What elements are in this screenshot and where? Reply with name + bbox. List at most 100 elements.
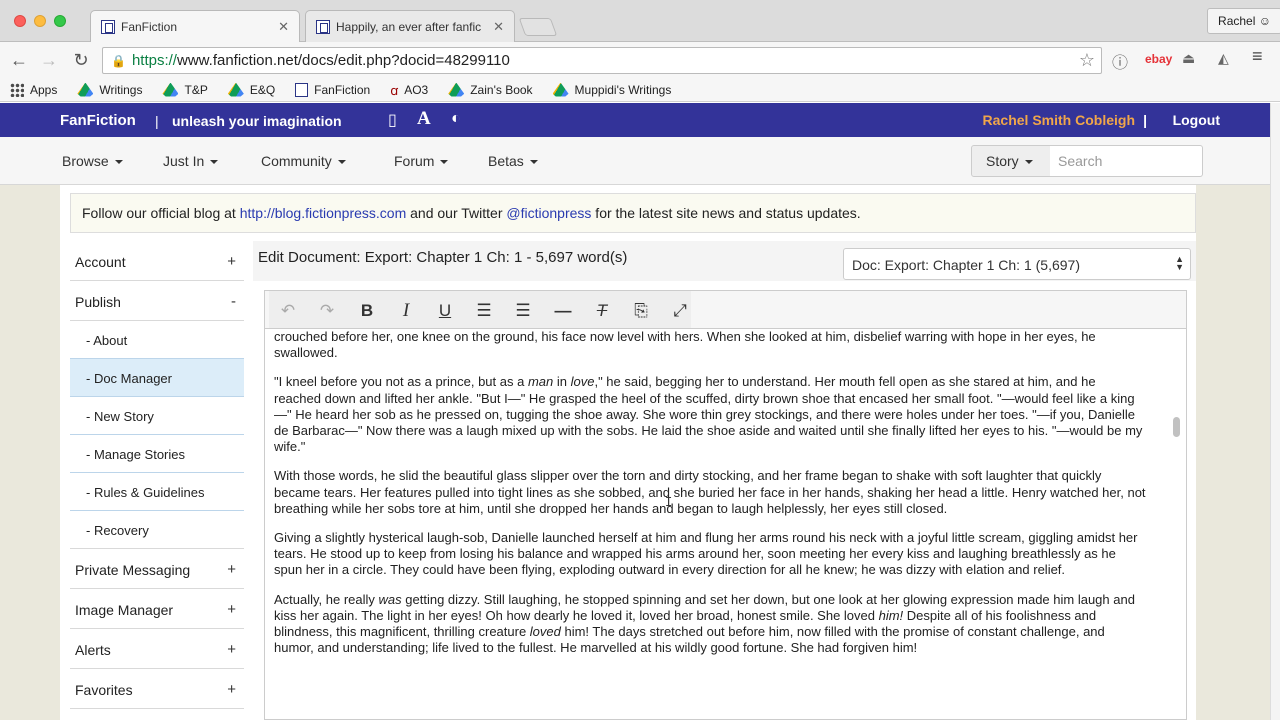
caret-down-icon	[1024, 160, 1033, 165]
bookmark-star-icon[interactable]: ☆	[1079, 50, 1095, 71]
browser-toolbar: ← → ↻ 🔒 https://www.fanfiction.net/docs/…	[0, 42, 1280, 78]
sidebar-item-favorites[interactable]: Favorites +	[70, 669, 244, 709]
site-brand[interactable]: FanFiction	[60, 112, 136, 129]
expand-icon[interactable]: +	[227, 641, 236, 658]
underline-icon[interactable]: U	[432, 299, 458, 323]
user-name-link[interactable]: Rachel Smith Cobleigh	[983, 112, 1135, 128]
align-left-icon[interactable]: ☰	[471, 299, 497, 323]
expand-icon[interactable]: +	[227, 561, 236, 578]
profile-name: Rachel	[1218, 14, 1256, 28]
site-notice: Follow our official blog at http://blog.…	[70, 193, 1196, 233]
bookmark-fanfiction[interactable]: FanFiction	[295, 82, 371, 97]
bookmark-ao3[interactable]: ꭤ AO3	[390, 81, 428, 99]
tab-fanfiction[interactable]: FanFiction ✕	[90, 10, 300, 43]
editor-body[interactable]: crouched before her, one knee on the gro…	[264, 328, 1187, 720]
document-select[interactable]: Doc: Export: Chapter 1 Ch: 1 (5,697) ▲ ▼	[843, 248, 1191, 280]
sidebar-item-alerts[interactable]: Alerts +	[70, 629, 244, 669]
bookmark-zains-book[interactable]: Zain's Book	[448, 82, 533, 97]
sidebar-subitem-manage-stories[interactable]: - Manage Stories	[70, 435, 244, 473]
sidebar-item-private-messaging[interactable]: Private Messaging +	[70, 549, 244, 589]
sidebar-item-label: Publish	[75, 294, 121, 310]
sidebar-item-image-manager[interactable]: Image Manager +	[70, 589, 244, 629]
italic-icon[interactable]: I	[393, 299, 419, 323]
bookmark-muppidis-writings[interactable]: Muppidi's Writings	[552, 82, 671, 97]
fullscreen-icon[interactable]: ⤢	[667, 299, 693, 323]
redo-icon[interactable]: ↷	[314, 299, 340, 323]
minimize-window-button[interactable]	[34, 15, 46, 27]
editor-text[interactable]: crouched before her, one knee on the gro…	[274, 329, 1146, 669]
info-extension-icon[interactable]: ⓘ	[1112, 49, 1128, 73]
caret-down-icon	[114, 160, 123, 165]
search-type-dropdown[interactable]: Story	[971, 145, 1051, 177]
sidebar-item-publish[interactable]: Publish -	[70, 281, 244, 321]
expand-icon[interactable]: +	[227, 601, 236, 618]
sidebar-subitem-recovery[interactable]: - Recovery	[70, 511, 244, 549]
edit-header: Edit Document: Export: Chapter 1 Ch: 1 -…	[253, 241, 1196, 281]
clear-format-icon[interactable]: T	[589, 299, 615, 323]
align-center-icon[interactable]: ☰	[510, 299, 536, 323]
font-icon[interactable]: A	[417, 108, 431, 130]
undo-icon[interactable]: ↶	[275, 299, 301, 323]
notice-text: Follow our official blog at	[82, 205, 240, 221]
menu-label: Betas	[488, 153, 524, 169]
apps-icon	[10, 82, 24, 97]
profile-button[interactable]: Rachel ☺	[1207, 8, 1280, 34]
ebay-extension-icon[interactable]: ebay	[1145, 52, 1172, 66]
sidebar-item-account[interactable]: Account +	[70, 241, 244, 281]
menu-betas[interactable]: Betas	[488, 153, 538, 169]
logout-link[interactable]: Logout	[1173, 112, 1220, 128]
search-input[interactable]	[1050, 145, 1203, 177]
bookmark-apps[interactable]: Apps	[10, 82, 57, 97]
twitter-link[interactable]: @fictionpress	[506, 205, 591, 221]
bookmark-label: FanFiction	[314, 82, 371, 97]
collapse-icon[interactable]: -	[231, 293, 236, 310]
sidebar-subitem-rules[interactable]: - Rules & Guidelines	[70, 473, 244, 511]
reload-icon[interactable]: ↻	[70, 49, 92, 71]
expand-icon[interactable]: +	[227, 253, 236, 270]
editor-scrollbar-thumb[interactable]	[1173, 417, 1180, 437]
menu-just-in[interactable]: Just In	[163, 153, 219, 169]
close-icon[interactable]: ✕	[493, 19, 504, 35]
theme-icon[interactable]: ◐	[451, 110, 461, 128]
menu-community[interactable]: Community	[261, 153, 346, 169]
bold-icon[interactable]: B	[354, 299, 380, 323]
mobile-icon[interactable]: ▯	[388, 110, 397, 130]
close-icon[interactable]: ✕	[278, 19, 289, 35]
close-window-button[interactable]	[14, 15, 26, 27]
sidebar-subitem-new-story[interactable]: - New Story	[70, 397, 244, 435]
extension-icon[interactable]: ◭	[1218, 50, 1229, 67]
menu-label: Just In	[163, 153, 205, 169]
page-scrollbar[interactable]	[1270, 103, 1280, 720]
tab-happily[interactable]: Happily, an ever after fanfic ✕	[305, 10, 515, 42]
extension-icon[interactable]: ⏏	[1182, 50, 1195, 67]
page-title: Edit Document: Export: Chapter 1 Ch: 1 -…	[258, 249, 628, 266]
bookmark-writings[interactable]: Writings	[77, 82, 142, 97]
url-text: www.fanfiction.net/docs/edit.php?docid=4…	[176, 52, 510, 69]
bookmark-eq[interactable]: E&Q	[227, 82, 275, 97]
bookmark-tp[interactable]: T&P	[162, 82, 208, 97]
bookmark-label: Zain's Book	[470, 82, 533, 97]
expand-icon[interactable]: +	[227, 681, 236, 698]
drive-icon	[227, 82, 244, 97]
forward-arrow-icon[interactable]: →	[38, 49, 60, 71]
zoom-window-button[interactable]	[54, 15, 66, 27]
paste-icon[interactable]: ⎘	[628, 299, 654, 323]
menu-label: Browse	[62, 153, 109, 169]
menu-icon[interactable]: ≡	[1252, 46, 1263, 67]
back-arrow-icon[interactable]: ←	[8, 49, 30, 71]
ao3-icon: ꭤ	[390, 82, 399, 98]
sidebar-item-label: Private Messaging	[75, 562, 191, 578]
drive-icon	[552, 82, 569, 97]
blog-link[interactable]: http://blog.fictionpress.com	[240, 205, 407, 221]
menu-browse[interactable]: Browse	[62, 153, 123, 169]
sidebar: Account + Publish - - About - Doc Manager …	[70, 241, 244, 709]
brand-separator: |	[155, 113, 159, 129]
address-bar[interactable]: 🔒 https://www.fanfiction.net/docs/edit.p…	[102, 47, 1102, 74]
sidebar-subitem-about[interactable]: - About	[70, 321, 244, 359]
menu-forum[interactable]: Forum	[394, 153, 449, 169]
horizontal-rule-icon[interactable]: —	[550, 299, 576, 323]
new-tab-button[interactable]	[518, 18, 558, 36]
site-topbar: FanFiction | unleash your imagination ▯ …	[0, 103, 1270, 137]
sidebar-subitem-doc-manager[interactable]: - Doc Manager	[70, 359, 244, 397]
drive-icon	[448, 82, 465, 97]
